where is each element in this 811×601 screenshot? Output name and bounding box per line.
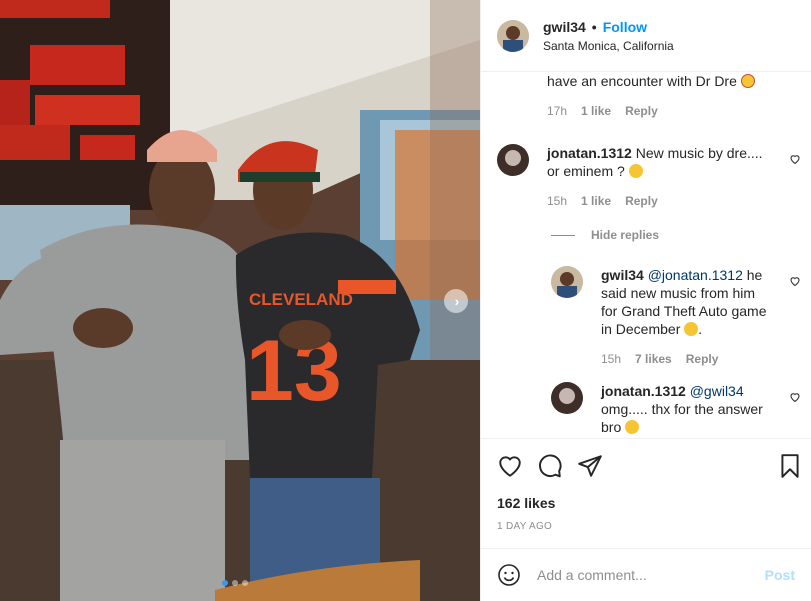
carousel-dot (232, 580, 238, 586)
post-photo[interactable]: CLEVELAND 13 › (0, 0, 480, 601)
like-comment-heart-icon[interactable] (789, 153, 801, 165)
comment-icon[interactable] (537, 453, 563, 479)
reply-button[interactable]: Reply (686, 352, 719, 366)
carousel-indicator (222, 580, 248, 586)
comment-item: jonatan.1312 New music by dre.... or emi… (497, 144, 800, 208)
hide-replies-button[interactable]: Hide replies (551, 228, 659, 242)
comment-item: have an encounter with Dr Dre 17h 1 like… (547, 72, 777, 118)
carousel-dot (242, 580, 248, 586)
comment-time[interactable]: 17h (547, 104, 567, 118)
header-separator: • (591, 18, 597, 35)
chevron-right-icon: › (454, 293, 460, 309)
reply-item: jonatan.1312 @gwil34 omg..... thx for th… (551, 382, 801, 436)
heart-icon[interactable] (497, 453, 523, 479)
post-comment-button[interactable]: Post (765, 567, 795, 583)
follow-button[interactable]: Follow (603, 19, 647, 35)
add-comment-bar: Post (481, 548, 811, 601)
comment-meta: 15h 1 like Reply (547, 194, 777, 208)
reply-mention[interactable]: @jonatan.1312 (648, 267, 743, 283)
carousel-dot (222, 580, 228, 586)
reply-username[interactable]: jonatan.1312 (601, 383, 686, 399)
avatar[interactable] (497, 19, 529, 52)
post-username[interactable]: gwil34 (543, 19, 586, 35)
comment-time[interactable]: 15h (547, 194, 567, 208)
post-date[interactable]: 1 DAY AGO (497, 521, 552, 532)
comment-username[interactable]: jonatan.1312 (547, 145, 632, 161)
svg-text:CLEVELAND: CLEVELAND (249, 290, 353, 309)
reply-likes[interactable]: 7 likes (635, 352, 672, 366)
post-sidebar: gwil34 • Follow Santa Monica, California… (480, 0, 811, 601)
avatar[interactable] (551, 382, 583, 414)
bookmark-icon[interactable] (777, 453, 803, 479)
reply-time[interactable]: 15h (601, 352, 621, 366)
post-actions: 162 likes 1 DAY AGO (481, 438, 811, 546)
comment-likes[interactable]: 1 like (581, 104, 611, 118)
avatar[interactable] (551, 266, 583, 298)
like-comment-heart-icon[interactable] (789, 391, 801, 403)
surprised-emoji-icon (628, 164, 643, 178)
comment-meta: 17h 1 like Reply (547, 104, 777, 118)
divider (551, 234, 575, 236)
reply-button[interactable]: Reply (625, 194, 658, 208)
shocked-hands-emoji-icon (684, 322, 699, 336)
share-icon[interactable] (577, 453, 603, 479)
post-location[interactable]: Santa Monica, California (543, 39, 674, 53)
photo-illustration: CLEVELAND 13 (0, 0, 480, 601)
comment-input[interactable] (537, 567, 765, 583)
likes-count[interactable]: 162 likes (497, 495, 555, 511)
emoji-smile-icon[interactable] (497, 563, 521, 587)
comment-text: have an encounter with Dr Dre (547, 73, 737, 89)
comments-list[interactable]: have an encounter with Dr Dre 17h 1 like… (481, 58, 811, 438)
reply-username[interactable]: gwil34 (601, 267, 644, 283)
reply-mention[interactable]: @gwil34 (690, 383, 744, 399)
reply-button[interactable]: Reply (625, 104, 658, 118)
star-struck-emoji-icon (740, 74, 755, 88)
reply-meta: 15h 7 likes Reply (601, 352, 773, 366)
next-image-button[interactable]: › (444, 289, 468, 313)
reply-item: gwil34 @jonatan.1312 he said new music f… (551, 266, 801, 366)
comment-likes[interactable]: 1 like (581, 194, 611, 208)
like-comment-heart-icon[interactable] (789, 275, 801, 287)
shocked-hands-emoji-icon (625, 420, 640, 434)
avatar[interactable] (497, 144, 529, 176)
hide-replies-label: Hide replies (591, 228, 660, 242)
